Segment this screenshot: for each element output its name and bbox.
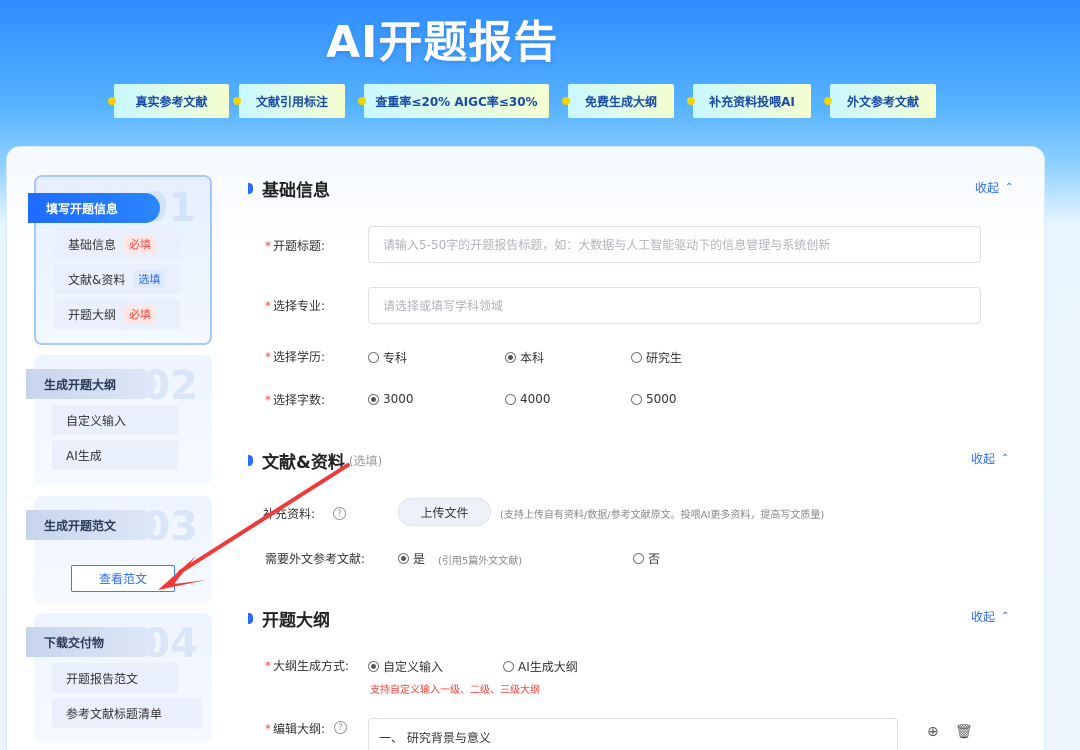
plus-circle-icon[interactable]: ⊕ — [927, 724, 939, 740]
required-tag: 必填 — [124, 235, 157, 253]
upload-file-button[interactable]: 上传文件 — [398, 498, 491, 526]
upload-hint: (支持上传自有资料/数据/参考文献原文。投喂AI更多资料，提高写文质量) — [500, 510, 825, 521]
help-icon[interactable]: ? — [333, 507, 346, 520]
step-tab-generate-sample[interactable]: 生成开题范文 — [26, 510, 156, 540]
collapse-literature-button[interactable]: 收起 ⌃ — [971, 450, 1009, 467]
badge-dot-icon — [687, 97, 695, 105]
outline-method-hint: 支持自定义输入一级、二级、三级大纲 — [370, 685, 540, 696]
outline-method-label: * 大纲生成方式: — [265, 658, 350, 674]
foreign-refs-label: 需要外文参考文献: — [265, 552, 366, 566]
chevron-up-icon: ⌃ — [1001, 611, 1010, 622]
radio-words-4000[interactable]: 4000 — [505, 392, 551, 406]
feature-badge: 真实参考文献 — [108, 84, 229, 118]
feature-badge: 文献引用标注 — [233, 84, 345, 118]
feature-badge: 外文参考文献 — [824, 84, 936, 118]
badge-dot-icon — [358, 97, 366, 105]
report-title-input[interactable]: 请输入5-50字的开题报告标题，如：大数据与人工智能驱动下的信息管理与系统创新 — [368, 226, 981, 263]
edit-outline-label: * 编辑大纲: — [265, 721, 326, 737]
view-sample-button[interactable]: 查看范文 — [71, 565, 175, 592]
step-tab-fill-info[interactable]: 填写开题信息 — [28, 193, 160, 223]
education-label: * 选择学历: — [265, 349, 326, 365]
collapse-outline-button[interactable]: 收起 ⌃ — [971, 608, 1009, 625]
section-marker — [248, 613, 253, 624]
collapse-basic-button[interactable]: 收起 ⌃ — [975, 179, 1013, 196]
optional-tag: 选填 — [133, 270, 166, 288]
chevron-up-icon: ⌃ — [1001, 453, 1010, 464]
step-download[interactable]: 04 下载交付物 开题报告范文 参考文献标题清单 — [26, 613, 212, 743]
sidebar-item-outline[interactable]: 开题大纲 必填 — [54, 299, 180, 329]
step-fill-info[interactable]: 01 填写开题信息 基础信息 必填 文献&资料 选填 开题大纲 必填 — [28, 175, 212, 345]
step-tab-download[interactable]: 下载交付物 — [26, 627, 156, 657]
sidebar-item-custom-input[interactable]: 自定义输入 — [52, 405, 178, 435]
chevron-up-icon: ⌃ — [1005, 182, 1014, 193]
radio-education-junior[interactable]: 专科 — [368, 349, 407, 366]
title-field-label: * 开题标题: — [265, 238, 326, 254]
sidebar-item-reference-list[interactable]: 参考文献标题清单 — [52, 698, 202, 728]
badge-dot-icon — [824, 97, 832, 105]
help-icon[interactable]: ? — [334, 721, 347, 734]
sidebar-item-literature[interactable]: 文献&资料 选填 — [54, 264, 180, 294]
feature-badge: 查重率≤20% AIGC率≤30% — [358, 84, 549, 118]
major-field-label: * 选择专业: — [265, 298, 326, 314]
feature-badge: 免费生成大纲 — [562, 84, 674, 118]
supplement-label: 补充资料: — [263, 507, 316, 521]
sidebar-item-ai-generate[interactable]: AI生成 — [52, 440, 178, 470]
badge-dot-icon — [233, 97, 241, 105]
trash-icon[interactable]: 🗑 — [955, 724, 973, 740]
section-marker — [248, 183, 253, 194]
section-title-literature: 文献&资料 (选填) — [248, 448, 382, 473]
sidebar-item-basic-info[interactable]: 基础信息 必填 — [54, 229, 180, 259]
outline-item-input[interactable]: 一、 研究背景与意义 — [368, 718, 898, 750]
radio-words-5000[interactable]: 5000 — [631, 392, 677, 406]
step-tab-generate-outline[interactable]: 生成开题大纲 — [26, 369, 156, 399]
section-title-basic: 基础信息 — [248, 176, 330, 201]
radio-foreign-no[interactable]: 否 — [633, 550, 660, 567]
step-generate-outline[interactable]: 02 生成开题大纲 自定义输入 AI生成 — [26, 355, 212, 485]
radio-foreign-yes[interactable]: 是 — [398, 550, 425, 567]
badge-dot-icon — [562, 97, 570, 105]
radio-words-3000[interactable]: 3000 — [368, 392, 414, 406]
radio-outline-custom[interactable]: 自定义输入 — [368, 658, 443, 675]
radio-education-bachelor[interactable]: 本科 — [505, 349, 544, 366]
section-title-outline: 开题大纲 — [248, 606, 330, 631]
sidebar-item-sample-report[interactable]: 开题报告范文 — [52, 663, 178, 693]
radio-outline-ai[interactable]: AI生成大纲 — [503, 658, 578, 675]
section-marker — [248, 455, 253, 466]
major-input[interactable]: 请选择或填写学科领域 — [368, 287, 981, 324]
radio-education-graduate[interactable]: 研究生 — [631, 349, 682, 366]
feature-badge: 补充资料投喂AI — [687, 84, 811, 118]
hero-title: AI开题报告 — [326, 17, 559, 68]
word-count-label: * 选择字数: — [265, 392, 326, 408]
badge-dot-icon — [108, 97, 116, 105]
foreign-yes-hint: (引用5篇外文文献) — [438, 556, 523, 567]
required-tag: 必填 — [124, 305, 157, 323]
